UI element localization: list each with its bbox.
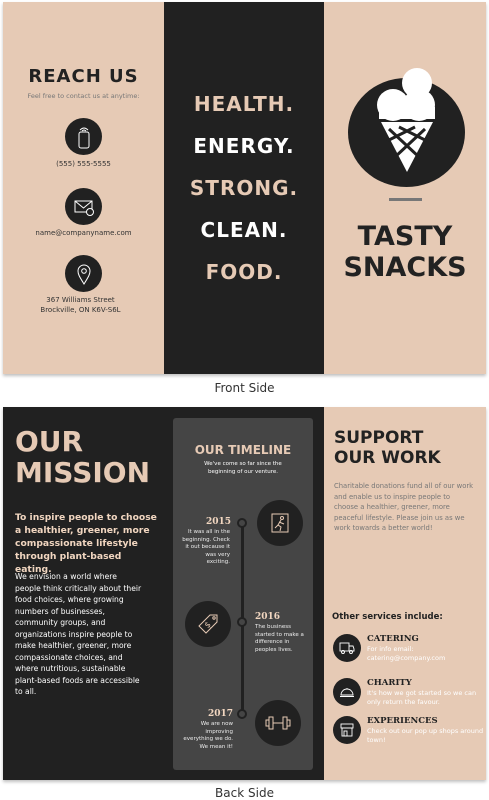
slogan-word: CLEAN.: [200, 218, 288, 242]
front-side: REACH US Feel free to contact us at anyt…: [3, 2, 486, 374]
ice-cream-cone-icon: [348, 67, 465, 187]
divider: [389, 198, 422, 201]
location-pin-icon: [65, 255, 102, 292]
slogan-word: STRONG.: [189, 176, 299, 200]
timeline-dot: [237, 617, 247, 627]
timeline-subtitle: We've come so far since the beginning of…: [204, 461, 282, 475]
front-side-caption: Front Side: [214, 381, 275, 395]
slogan-word: FOOD.: [205, 260, 283, 284]
brand-name-line-1: TASTY: [357, 221, 453, 252]
back-side-caption: Back Side: [215, 786, 274, 800]
storefront-icon: [333, 716, 361, 744]
dumbbell-icon: [255, 700, 301, 746]
timeline-year: 2016: [255, 612, 281, 622]
service-catering[interactable]: CATERING For info email: catering@compan…: [333, 634, 483, 666]
phone-number[interactable]: (555) 555-5555: [3, 160, 164, 168]
address-line-1: 367 Williams Street: [46, 296, 115, 304]
email-icon: [65, 188, 102, 225]
email-address[interactable]: name@companyname.com: [3, 229, 164, 237]
mission-panel: OUR MISSION To inspire people to choose …: [3, 407, 324, 780]
phone-icon: [65, 118, 102, 155]
support-body: Charitable donations fund all of our wor…: [334, 482, 474, 532]
mission-body: We envision a world where people think c…: [15, 572, 142, 696]
timeline-title: OUR TIMELINE: [194, 443, 292, 457]
timeline-event-text: We are now improving everything we do. W…: [183, 721, 233, 750]
mission-title-line-2: MISSION: [15, 456, 151, 489]
timeline-year: 2017: [207, 709, 233, 719]
timeline-event-text: It was all in the beginning. Check it ou…: [182, 529, 230, 565]
service-experiences[interactable]: EXPERIENCES Check out our pop up shops a…: [333, 716, 483, 748]
brand-panel: TASTY SNACKS: [324, 2, 486, 374]
food-truck-icon: [333, 634, 361, 662]
service-text: Check out our pop up shops around town!: [367, 727, 484, 744]
timeline-dot: [237, 709, 247, 719]
support-title-line-1: SUPPORT: [334, 428, 424, 448]
slogan-word: ENERGY.: [193, 134, 295, 158]
service-title: EXPERIENCES: [367, 716, 438, 726]
service-title: CHARITY: [367, 678, 412, 688]
timeline-event-text: The business started to make a differenc…: [255, 624, 304, 653]
address-line-2: Brockville, ON K6V-S6L: [40, 306, 121, 314]
reach-us-panel: REACH US Feel free to contact us at anyt…: [3, 2, 164, 374]
service-text: It's how we got started so we can only r…: [367, 689, 477, 706]
service-charity[interactable]: CHARITY It's how we got started so we ca…: [333, 678, 483, 710]
price-tag-icon: $: [185, 601, 231, 647]
timeline-card: OUR TIMELINE We've come so far since the…: [173, 418, 313, 770]
reach-us-title: REACH US: [28, 66, 139, 87]
mission-title-line-1: OUR: [15, 425, 84, 458]
exit-running-man-icon: [257, 500, 303, 546]
services-heading: Other services include:: [332, 612, 443, 622]
timeline-year: 2015: [205, 517, 231, 527]
service-text: For info email: catering@company.com: [367, 645, 446, 662]
timeline-dot: [237, 518, 247, 528]
slogan-word: HEALTH.: [193, 92, 295, 116]
service-title: CATERING: [367, 634, 419, 644]
brand-name-line-2: SNACKS: [343, 252, 467, 283]
mission-lead: To inspire people to choose a healthier,…: [15, 512, 157, 575]
reach-us-subtitle: Feel free to contact us at anytime:: [27, 92, 140, 100]
slogan-panel: HEALTH. ENERGY. STRONG. CLEAN. FOOD.: [164, 2, 324, 374]
cloche-icon: [333, 678, 361, 706]
support-title-line-2: OUR WORK: [334, 448, 441, 468]
